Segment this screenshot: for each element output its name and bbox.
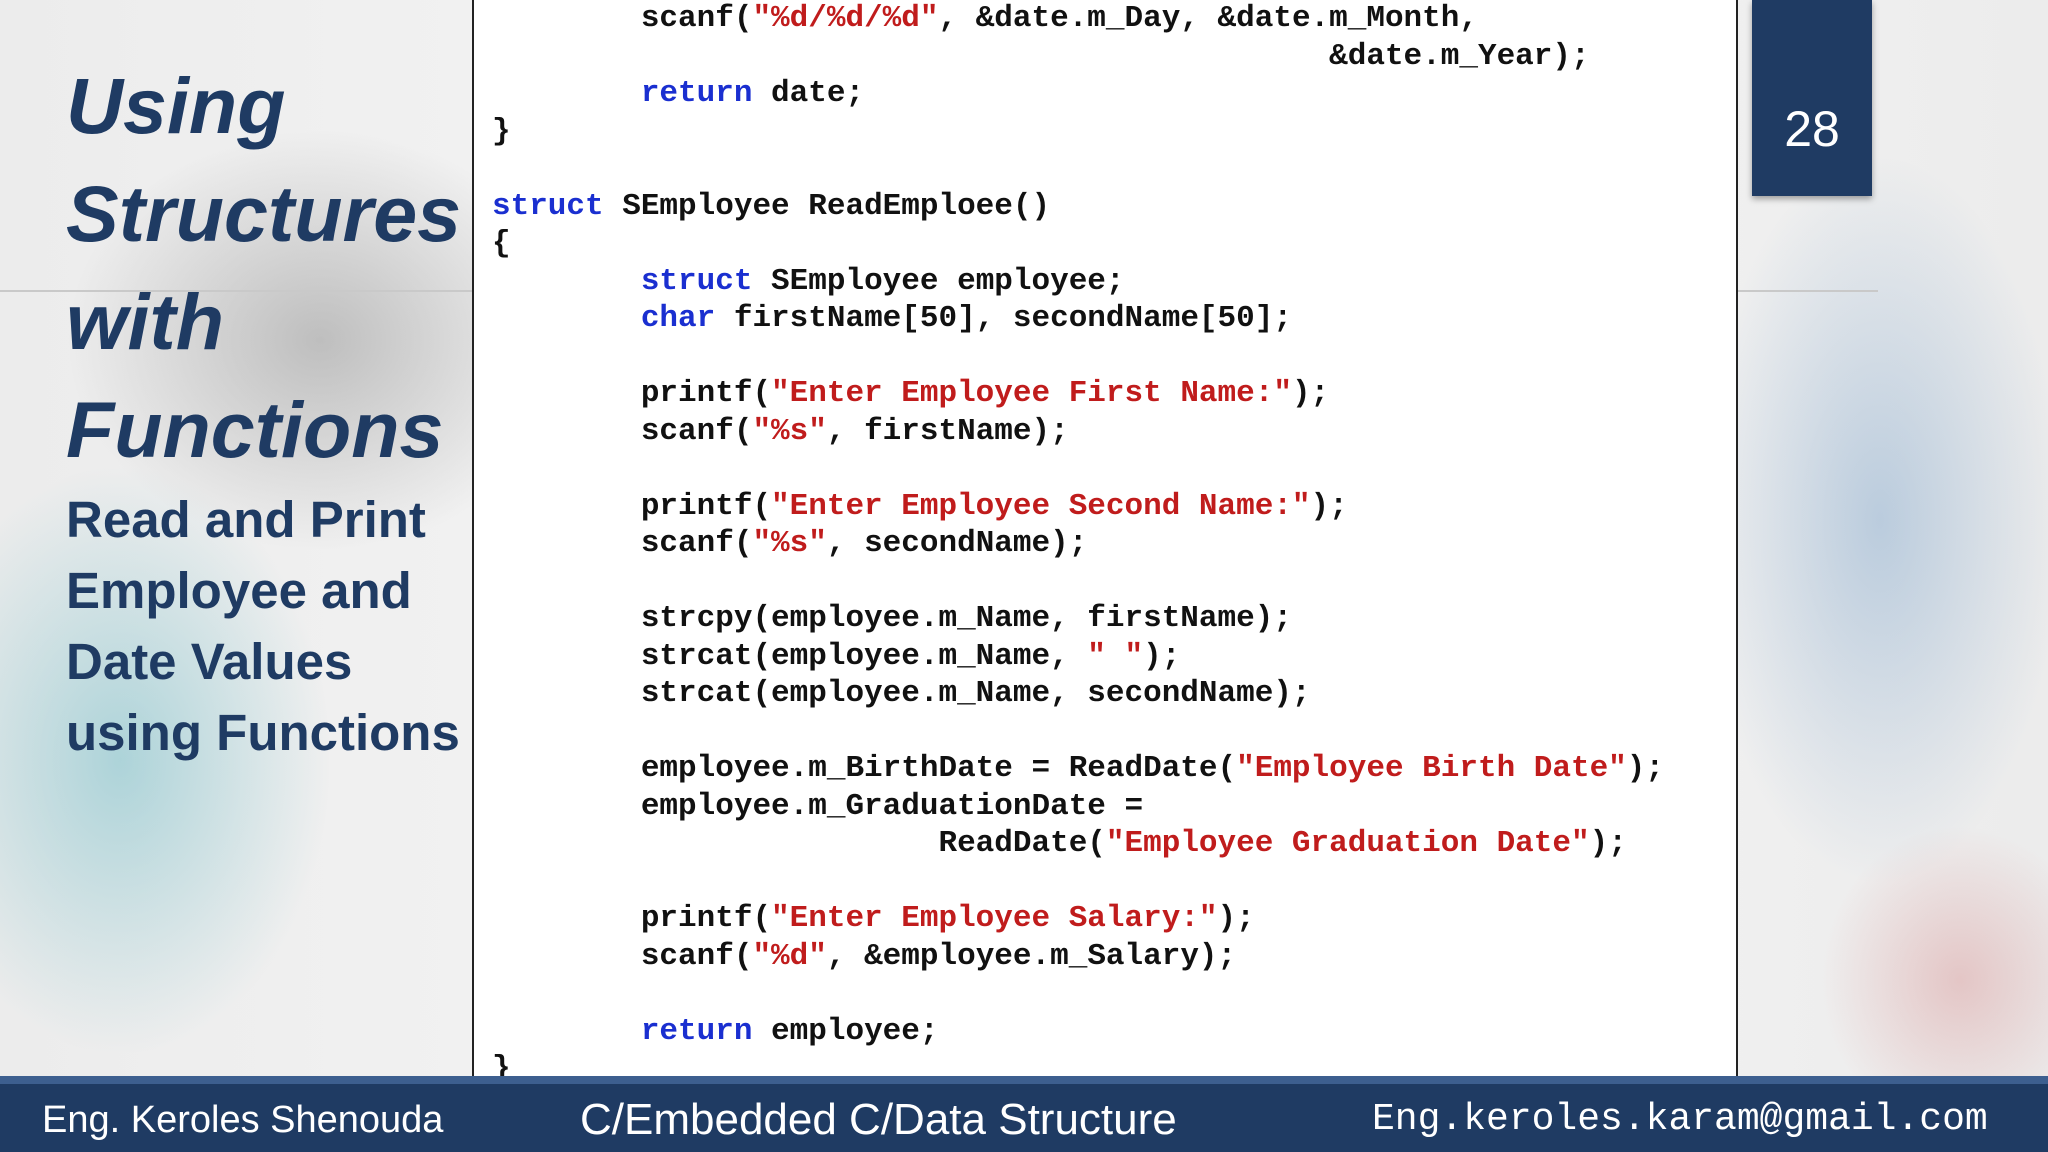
code-string: "%s" <box>752 413 827 449</box>
code-string: " " <box>1087 638 1144 674</box>
code-text: , &employee.m_Salary); <box>826 938 1237 974</box>
slide-title: Using Structures with Functions <box>66 61 462 474</box>
code-keyword: char <box>640 301 716 336</box>
code-text: ); <box>1143 638 1181 674</box>
code-line: strcpy(employee.m_Name, firstName); <box>492 600 1292 638</box>
code-line: return employee; <box>492 1013 939 1051</box>
code-text: { <box>492 226 511 261</box>
code-text: ); <box>1217 901 1255 936</box>
code-line: } <box>492 113 511 151</box>
code-line: &date.m_Year); <box>492 38 1590 76</box>
footer-email: Eng.keroles.karam@gmail.com <box>1372 1098 1988 1141</box>
code-string: "Enter Employee Salary:" <box>771 901 1218 936</box>
page-number-badge: 28 <box>1752 0 1872 196</box>
code-text: scanf( <box>492 526 753 561</box>
code-line: return date; <box>492 75 864 113</box>
code-line: printf("Enter Employee Salary:"); <box>492 900 1255 938</box>
slide-subtitle: Read and Print Employee and Date Values … <box>66 491 460 761</box>
code-text: ReadDate( <box>492 826 1106 861</box>
footer-bar: Eng. Keroles Shenouda C/Embedded C/Data … <box>0 1084 2048 1152</box>
footer-border <box>0 1076 2048 1084</box>
code-text: employee.m_BirthDate = ReadDate( <box>492 751 1237 786</box>
code-text: printf( <box>492 901 772 936</box>
code-line: strcat(employee.m_Name, secondName); <box>492 675 1311 713</box>
code-text: &date.m_Year); <box>492 38 1590 74</box>
code-string: "%s" <box>752 526 827 561</box>
code-keyword: return <box>640 76 753 111</box>
code-text: scanf( <box>492 1 753 36</box>
code-line: ReadDate("Employee Graduation Date"); <box>492 825 1627 863</box>
footer-course: C/Embedded C/Data Structure <box>580 1095 1177 1144</box>
code-text: ); <box>1310 488 1348 524</box>
code-text: strcat(employee.m_Name, <box>492 638 1088 674</box>
code-text: SEmployee ReadEmploee() <box>603 188 1051 224</box>
code-keyword: return <box>640 1013 753 1049</box>
page-number: 28 <box>1784 101 1840 157</box>
code-line: scanf("%d", &employee.m_Salary); <box>492 938 1236 976</box>
code-line: employee.m_BirthDate = ReadDate("Employe… <box>492 750 1664 788</box>
code-string: "Employee Birth Date" <box>1236 751 1627 786</box>
code-line: char firstName[50], secondName[50]; <box>492 300 1292 338</box>
code-text: , firstName); <box>826 413 1069 449</box>
code-line: scanf("%s", firstName); <box>492 413 1069 451</box>
code-keyword: struct <box>640 263 753 299</box>
code-line: struct SEmployee employee; <box>492 263 1125 301</box>
code-line: strcat(employee.m_Name, " "); <box>492 638 1181 676</box>
code-string: "Enter Employee First Name:" <box>771 376 1292 411</box>
code-text: employee; <box>752 1013 939 1049</box>
code-text: printf( <box>492 376 772 411</box>
code-listing-panel: scanf("%d/%d/%d", &date.m_Day, &date.m_M… <box>472 0 1738 1086</box>
code-text: SEmployee employee; <box>752 263 1125 299</box>
code-line: employee.m_GraduationDate = <box>492 788 1143 826</box>
code-text: firstName[50], secondName[50]; <box>715 301 1292 336</box>
code-line: scanf("%d/%d/%d", &date.m_Day, &date.m_M… <box>492 0 1478 38</box>
code-text: scanf( <box>492 938 753 974</box>
code-line: { <box>492 225 511 263</box>
code-text: ); <box>1589 826 1627 861</box>
code-string: "%d" <box>752 938 827 974</box>
code-string: "%d/%d/%d" <box>752 1 939 36</box>
footer-author: Eng. Keroles Shenouda <box>42 1099 444 1141</box>
code-line: struct SEmployee ReadEmploee() <box>492 188 1050 226</box>
code-text: , secondName); <box>826 526 1088 561</box>
code-text: strcat(employee.m_Name, secondName); <box>492 676 1311 711</box>
divider-line-right <box>1738 290 1878 292</box>
code-string: "Employee Graduation Date" <box>1105 826 1590 861</box>
code-line: scanf("%s", secondName); <box>492 525 1088 563</box>
code-string: "Enter Employee Second Name:" <box>771 488 1311 524</box>
code-text: employee.m_GraduationDate = <box>492 788 1144 824</box>
code-text: ); <box>1626 751 1665 786</box>
code-text: strcpy(employee.m_Name, firstName); <box>492 601 1292 636</box>
code-text: ); <box>1291 376 1330 411</box>
code-keyword: struct <box>492 188 604 224</box>
slide-title-block: Using Structures with Functions Read and… <box>66 52 476 768</box>
code-text: } <box>492 113 511 149</box>
code-line: printf("Enter Employee Second Name:"); <box>492 488 1348 526</box>
code-text: date; <box>752 76 865 111</box>
code-text: scanf( <box>492 413 753 449</box>
code-text: , &date.m_Day, &date.m_Month, <box>938 1 1478 36</box>
code-text: printf( <box>492 488 772 524</box>
code-line: printf("Enter Employee First Name:"); <box>492 375 1329 413</box>
